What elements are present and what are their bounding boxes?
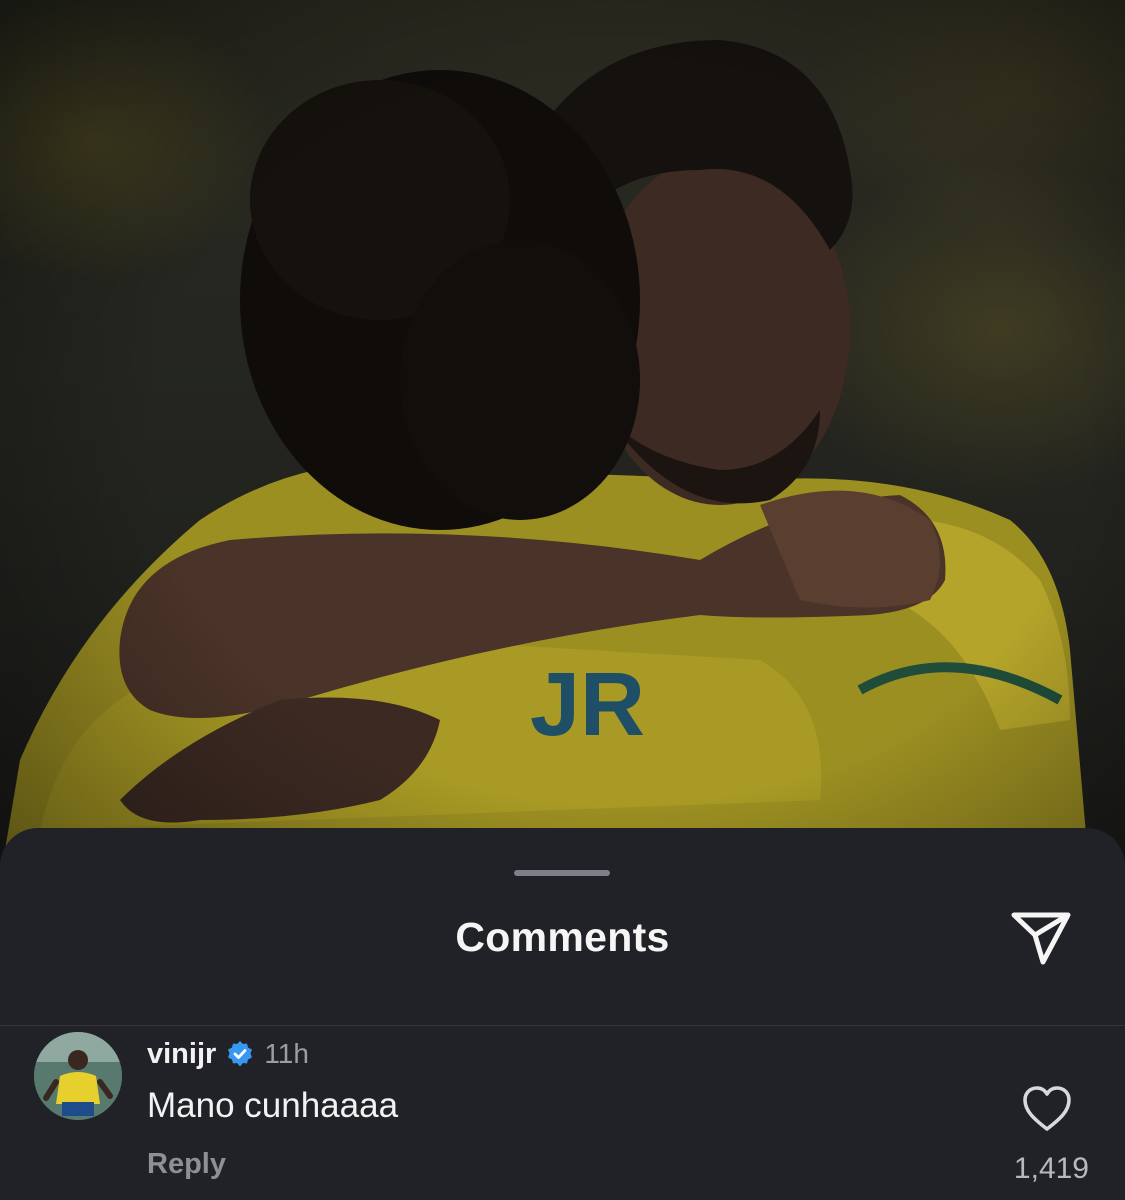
verified-badge-icon [226,1040,254,1068]
post-photo[interactable]: JR [0,0,1125,880]
share-button[interactable] [1004,906,1078,970]
comments-sheet: Comments vinijr 11h Mano cunhaaaa Reply … [0,828,1125,1200]
send-icon [1011,912,1071,965]
sheet-drag-handle[interactable] [514,870,610,876]
avatar-image [34,1032,122,1120]
comment-username[interactable]: vinijr [147,1038,216,1071]
avatar[interactable] [34,1032,122,1120]
embracing-players-illustration: JR [0,0,1125,880]
like-button[interactable] [1020,1084,1074,1134]
reply-button[interactable]: Reply [147,1148,226,1181]
sheet-title: Comments [455,914,670,960]
heart-outline-icon [1023,1086,1071,1131]
comment-text: Mano cunhaaaa [147,1086,399,1125]
comment-header: vinijr 11h [147,1036,309,1072]
comment-timestamp: 11h [264,1038,309,1069]
like-count: 1,419 [1013,1152,1089,1185]
comment-item: vinijr 11h Mano cunhaaaa Reply 1,419 [0,1026,1125,1200]
